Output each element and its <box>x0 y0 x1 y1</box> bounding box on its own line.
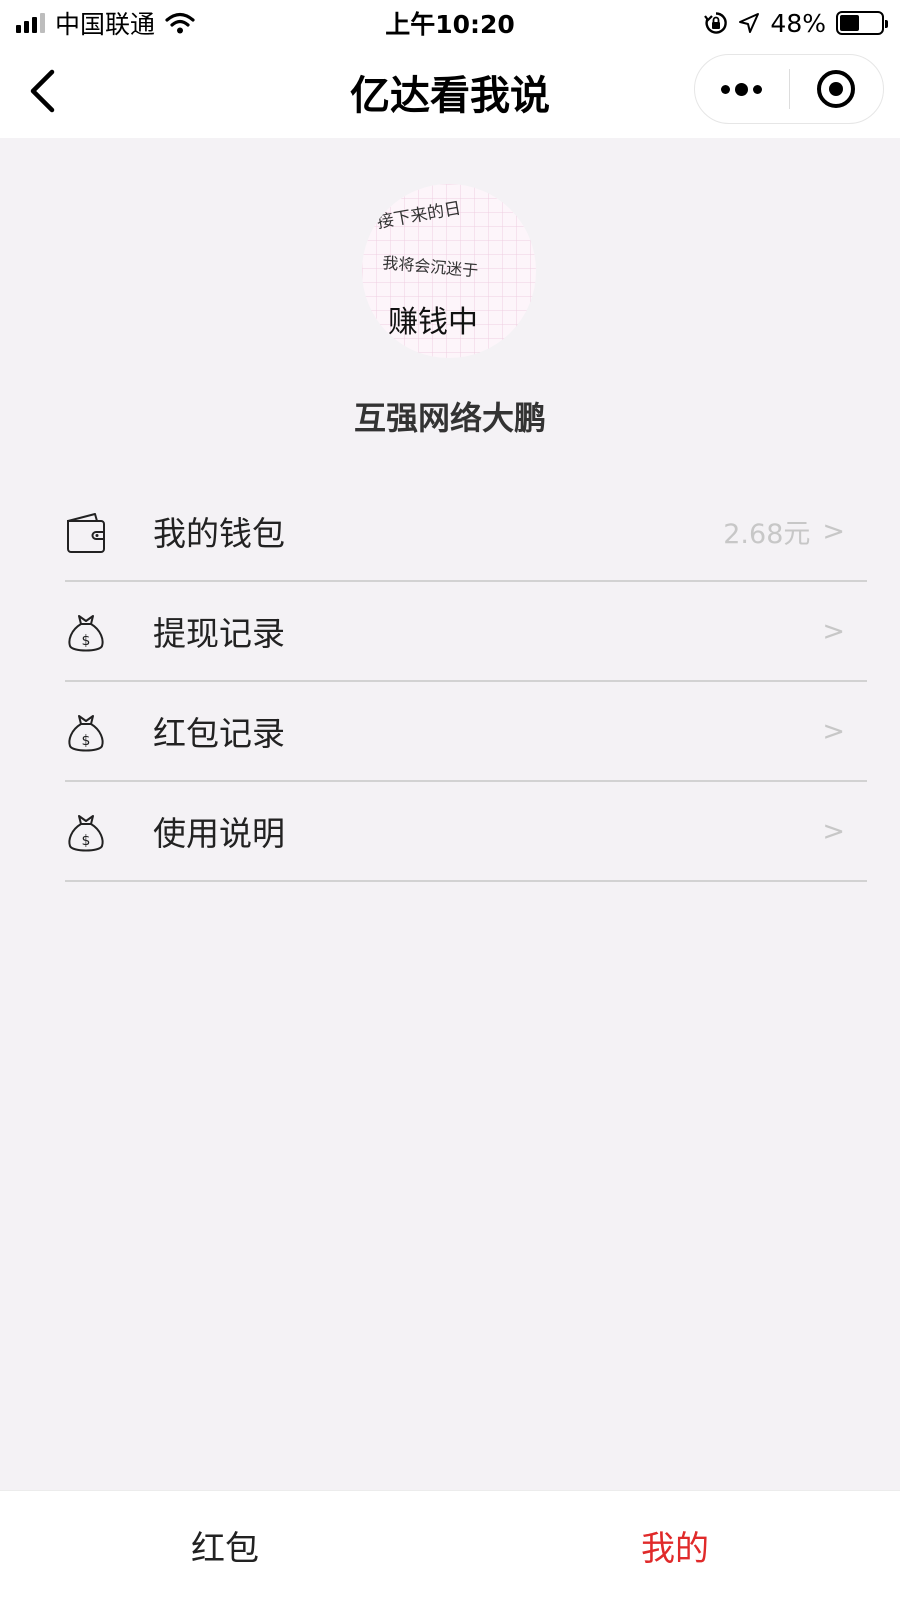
target-icon <box>817 70 856 108</box>
more-dots-icon <box>721 82 763 96</box>
location-icon <box>739 13 760 33</box>
avatar-image: 接下来的日 我将会沉迷于 赚钱中 <box>362 184 536 358</box>
chevron-right-icon: > <box>822 815 845 847</box>
money-bag-icon: $ <box>68 815 104 852</box>
avatar-line-3: 赚钱中 <box>388 305 478 340</box>
menu-item-withdraw-records[interactable]: $ 提现记录 > <box>65 582 867 682</box>
menu-right: > <box>822 816 845 847</box>
mini-program-capsule <box>694 54 884 124</box>
close-miniprogram-button[interactable] <box>790 55 884 123</box>
status-bar: 中国联通 上午10:20 48% <box>0 0 900 46</box>
menu-item-redpacket-records[interactable]: $ 红包记录 > <box>65 682 867 782</box>
tab-redpacket[interactable]: 红包 <box>0 1491 450 1600</box>
svg-text:$: $ <box>82 833 91 849</box>
battery-icon <box>836 11 888 35</box>
chevron-right-icon: > <box>822 515 845 547</box>
avatar: 接下来的日 我将会沉迷于 赚钱中 <box>362 184 536 358</box>
battery-percent: 48% <box>770 8 826 38</box>
wallet-balance: 2.68元 <box>723 518 811 550</box>
money-bag-icon: $ <box>68 615 104 652</box>
svg-text:$: $ <box>82 633 91 649</box>
svg-text:$: $ <box>82 733 91 749</box>
menu-right: > <box>822 716 845 747</box>
menu-right: > <box>822 616 845 647</box>
status-left: 中国联通 <box>16 5 195 41</box>
carrier-label: 中国联通 <box>55 10 156 39</box>
money-bag-icon: $ <box>68 715 104 752</box>
nav-bar: 亿达看我说 <box>0 46 900 138</box>
menu-label: 红包记录 <box>153 714 285 753</box>
status-right: 48% <box>704 8 888 38</box>
menu-label: 使用说明 <box>153 814 285 853</box>
chevron-right-icon: > <box>822 715 845 747</box>
menu-right: 2.68元 > <box>723 512 845 551</box>
menu-list: 我的钱包 2.68元 > $ 提现记录 > $ 红包记录 > $ 使用说明 > <box>65 482 867 882</box>
battery-level <box>840 15 860 31</box>
tab-bar: 红包 我的 <box>0 1490 900 1600</box>
profile-name: 互强网络大鹏 <box>353 399 546 437</box>
wifi-icon <box>165 12 195 34</box>
menu-label: 我的钱包 <box>153 514 285 553</box>
menu-item-wallet[interactable]: 我的钱包 2.68元 > <box>65 482 867 582</box>
menu-label: 提现记录 <box>153 614 285 653</box>
signal-icon <box>16 13 45 33</box>
menu-item-instructions[interactable]: $ 使用说明 > <box>65 782 867 882</box>
chevron-right-icon: > <box>822 615 845 647</box>
orientation-lock-icon <box>704 12 728 34</box>
wallet-icon <box>67 513 105 553</box>
tab-mine[interactable]: 我的 <box>450 1491 900 1600</box>
more-button[interactable] <box>695 55 789 123</box>
